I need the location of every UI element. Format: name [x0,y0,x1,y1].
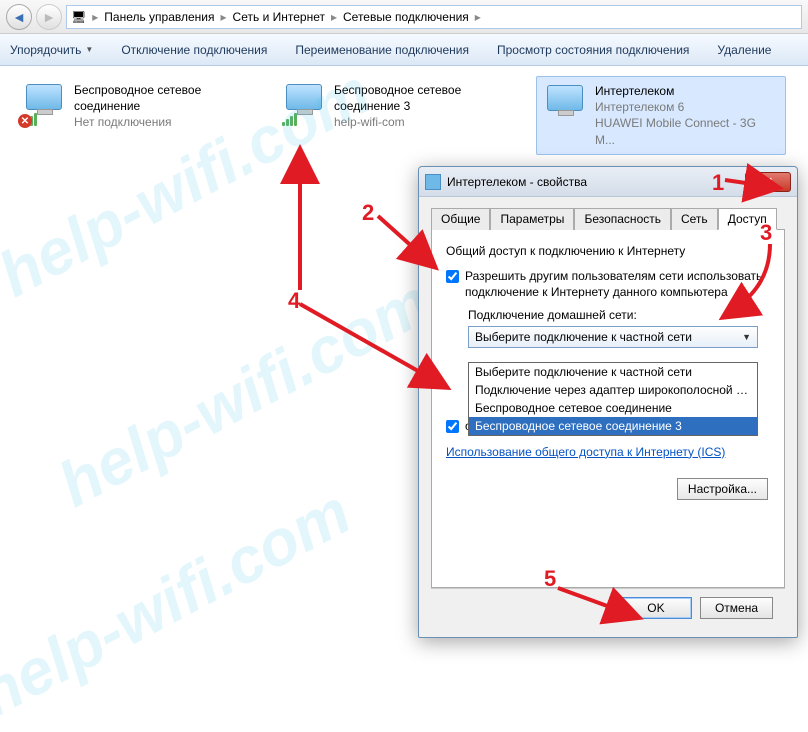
dialog-title: Интертелеком - свойства [447,175,587,189]
dropdown-option-highlighted[interactable]: Беспроводное сетевое соединение 3 [469,417,757,435]
cancel-button[interactable]: Отмена [700,597,773,619]
back-button[interactable]: ◄ [6,4,32,30]
disconnected-icon: ✕ [18,114,32,128]
breadcrumb-part1[interactable]: Панель управления [104,10,214,24]
connections-list: ✕ Беспроводное сетевое соединение Нет по… [16,76,792,155]
close-button[interactable]: ✕ [745,172,791,192]
toolbar-organize[interactable]: Упорядочить ▼ [10,43,93,57]
breadcrumb-sep: ▸ [331,10,337,24]
forward-button[interactable]: ► [36,4,62,30]
toolbar-status[interactable]: Просмотр состояния подключения [497,43,689,57]
network-icon: ✕ [22,82,66,126]
connection-status: help-wifi-com [334,114,520,130]
connection-title: Беспроводное сетевое соединение [74,82,260,114]
tab-params[interactable]: Параметры [490,208,574,230]
navbar: ◄ ► 🖥 ▸ Панель управления ▸ Сеть и Интер… [0,0,808,34]
breadcrumb-icon: 🖥 [71,10,86,24]
ok-button[interactable]: OK [620,597,692,619]
network-icon [282,82,326,126]
tab-security[interactable]: Безопасность [574,208,671,230]
home-network-combo[interactable]: Выберите подключение к частной сети ▼ [468,326,758,348]
modem-icon [543,83,587,127]
connection-status: Нет подключения [74,114,260,130]
toolbar: Упорядочить ▼ Отключение подключения Пер… [0,34,808,66]
breadcrumb-part3[interactable]: Сетевые подключения [343,10,469,24]
dialog-button-bar: OK Отмена [431,588,785,627]
connection-title: Беспроводное сетевое соединение 3 [334,82,520,114]
dropdown-option[interactable]: Выберите подключение к частной сети [469,363,757,381]
settings-button[interactable]: Настройка... [677,478,768,500]
allow-control-checkbox[interactable] [446,420,459,433]
section-header: Общий доступ к подключению к Интернету [446,244,770,258]
connection-intertelecom[interactable]: Интертелеком Интертелеком 6 HUAWEI Mobil… [536,76,786,155]
watermark: help-wifi.com [47,264,443,521]
tab-network[interactable]: Сеть [671,208,718,230]
chevron-down-icon: ▼ [742,332,751,342]
watermark: help-wifi.com [0,474,362,731]
combo-selected-value: Выберите подключение к частной сети [475,330,692,344]
toolbar-disable[interactable]: Отключение подключения [121,43,267,57]
connection-wireless-1[interactable]: ✕ Беспроводное сетевое соединение Нет по… [16,76,266,155]
annotation-3: 3 [760,220,772,246]
dialog-tabs: Общие Параметры Безопасность Сеть Доступ [431,207,785,230]
connection-line2: Интертелеком 6 [595,99,779,115]
window-icon [425,174,441,190]
breadcrumb-part2[interactable]: Сеть и Интернет [233,10,325,24]
breadcrumb-sep: ▸ [92,10,98,24]
connection-wireless-3[interactable]: Беспроводное сетевое соединение 3 help-w… [276,76,526,155]
dialog-titlebar[interactable]: Интертелеком - свойства ✕ [419,167,797,197]
home-network-dropdown: Выберите подключение к частной сети Подк… [468,362,758,436]
toolbar-rename[interactable]: Переименование подключения [295,43,469,57]
connection-title: Интертелеком [595,83,779,99]
properties-dialog: Интертелеком - свойства ✕ Общие Параметр… [418,166,798,638]
home-network-label: Подключение домашней сети: [468,308,770,322]
tab-content-access: Общий доступ к подключению к Интернету Р… [431,230,785,588]
breadcrumb[interactable]: 🖥 ▸ Панель управления ▸ Сеть и Интернет … [66,5,802,29]
allow-sharing-checkbox[interactable] [446,270,459,283]
annotation-5: 5 [544,566,556,592]
annotation-4: 4 [288,288,300,314]
tab-general[interactable]: Общие [431,208,490,230]
ics-link[interactable]: Использование общего доступа к Интернету… [446,445,725,459]
annotation-1: 1 [712,170,724,196]
allow-sharing-label: Разрешить другим пользователям сети испо… [465,268,770,300]
breadcrumb-sep: ▸ [221,10,227,24]
dropdown-option[interactable]: Беспроводное сетевое соединение [469,399,757,417]
chevron-down-icon: ▼ [85,45,93,54]
connection-line3: HUAWEI Mobile Connect - 3G M... [595,115,779,147]
breadcrumb-sep: ▸ [475,10,481,24]
annotation-2: 2 [362,200,374,226]
toolbar-delete[interactable]: Удаление [717,43,771,57]
dropdown-option[interactable]: Подключение через адаптер широкополосной… [469,381,757,399]
allow-sharing-row: Разрешить другим пользователям сети испо… [446,268,770,300]
